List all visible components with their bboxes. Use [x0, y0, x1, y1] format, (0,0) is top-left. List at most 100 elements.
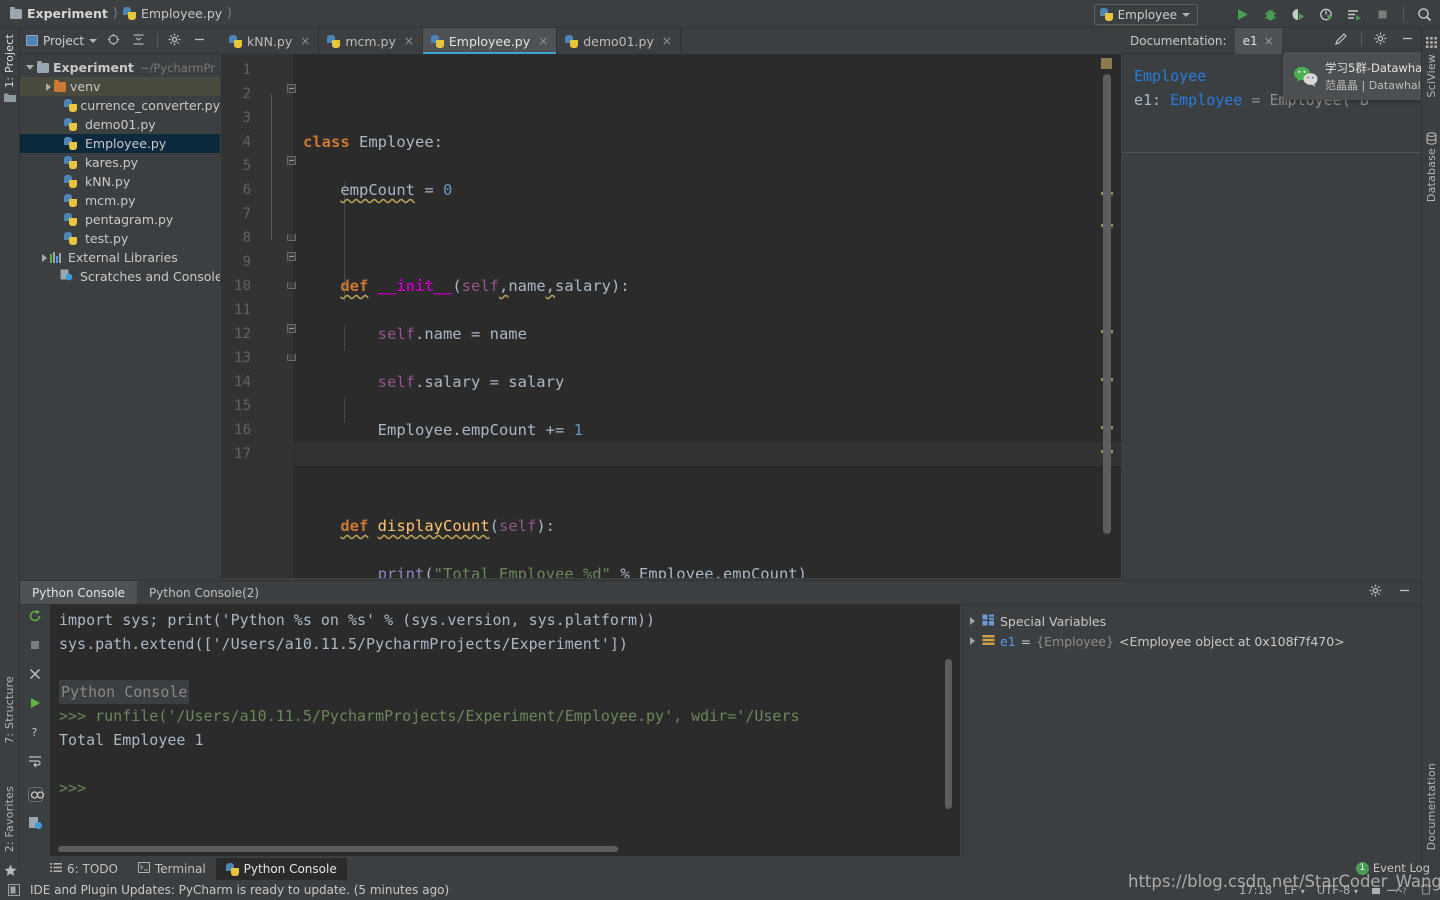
- tab-label: mcm.py: [345, 33, 396, 49]
- variables-row-special[interactable]: Special Variables: [970, 611, 1421, 631]
- special-variables-icon: [982, 614, 995, 629]
- close-icon[interactable]: ×: [404, 34, 414, 48]
- tree-item-demo01[interactable]: demo01.py: [20, 115, 220, 134]
- chevron-right-icon[interactable]: [970, 637, 975, 645]
- line-number-gutter: 1 2 3 4 5 6 7 8 9 10 11 12 13 14 15 16 1…: [221, 54, 296, 578]
- tree-root-experiment[interactable]: Experiment ~/PycharmPr: [20, 58, 220, 77]
- variables-toggle-icon[interactable]: [27, 787, 44, 802]
- tree-item-kares[interactable]: kares.py: [20, 153, 220, 172]
- sidebar-item-project[interactable]: 1: Project: [3, 34, 16, 88]
- stop-icon[interactable]: [28, 638, 43, 653]
- documentation-tab-e1[interactable]: e1 ×: [1234, 27, 1282, 54]
- debug-icon[interactable]: [1263, 7, 1278, 22]
- tree-item-currence-converter[interactable]: currence_converter.py: [20, 96, 220, 115]
- run-configuration-selector[interactable]: Employee: [1093, 4, 1198, 25]
- bottom-tab-todo[interactable]: 6: TODO: [20, 858, 128, 880]
- help-icon[interactable]: ?: [28, 725, 43, 740]
- variables-row-e1[interactable]: e1 = {Employee} <Employee object at 0x10…: [970, 631, 1421, 651]
- close-icon[interactable]: ×: [300, 34, 310, 48]
- project-panel-title[interactable]: Project: [26, 33, 98, 48]
- sidebar-item-documentation[interactable]: Documentation: [1425, 763, 1438, 850]
- tree-item-knn[interactable]: kNN.py: [20, 172, 220, 191]
- settings-gear-icon[interactable]: [1374, 32, 1389, 47]
- line-number: 12: [234, 326, 251, 342]
- database-icon[interactable]: [1425, 132, 1439, 146]
- close-icon[interactable]: ×: [1264, 34, 1274, 48]
- star-icon[interactable]: [4, 864, 18, 878]
- soft-wrap-icon[interactable]: [28, 754, 43, 769]
- tab-knn-py[interactable]: kNN.py ×: [221, 28, 320, 54]
- console-vertical-scrollbar[interactable]: [945, 659, 952, 809]
- sidebar-item-database[interactable]: Database: [1425, 148, 1438, 202]
- special-variables-panel[interactable]: Special Variables e1 = {Employee} <Emplo…: [963, 605, 1421, 856]
- editor-scrollbar[interactable]: [1101, 58, 1113, 574]
- status-trash-icon[interactable]: [1420, 883, 1432, 898]
- status-line-separator[interactable]: LF ▾: [1284, 883, 1305, 897]
- chevron-right-icon[interactable]: [970, 617, 975, 625]
- hide-panel-icon[interactable]: [1398, 584, 1413, 599]
- status-inspection-icon[interactable]: ?: [1394, 883, 1408, 898]
- console-tab-python-console-2[interactable]: Python Console(2): [137, 581, 271, 604]
- tree-item-test[interactable]: test.py: [20, 229, 220, 248]
- code-text[interactable]: class Employee: empCount = 0 def __init_…: [293, 58, 1121, 578]
- status-lock-icon[interactable]: [1370, 883, 1382, 898]
- console-output[interactable]: import sys; print('Python %s on %s' % (s…: [50, 605, 960, 856]
- close-icon[interactable]: [28, 667, 43, 682]
- breadcrumb-project[interactable]: Experiment: [10, 6, 108, 21]
- tree-item-external-libraries[interactable]: External Libraries: [20, 248, 220, 267]
- folder-strip-icon[interactable]: [3, 90, 17, 104]
- tree-item-venv[interactable]: venv: [20, 77, 220, 96]
- tree-item-employee[interactable]: Employee.py: [20, 134, 220, 153]
- run-with-console-icon[interactable]: [1347, 7, 1362, 22]
- execute-icon[interactable]: [28, 696, 43, 711]
- hide-panel-icon[interactable]: [193, 33, 208, 48]
- locate-icon[interactable]: [107, 33, 122, 48]
- bottom-tab-terminal[interactable]: Terminal: [128, 858, 216, 880]
- settings-gear-icon[interactable]: [168, 33, 183, 48]
- event-log-indicator[interactable]: 1 Event Log: [1355, 861, 1430, 875]
- settings-gear-icon[interactable]: [1369, 584, 1384, 599]
- tree-item-pentagram[interactable]: pentagram.py: [20, 210, 220, 229]
- line-number: 5: [242, 158, 251, 174]
- code-line-6: self.name = name: [377, 325, 527, 343]
- code-editor[interactable]: 1 2 3 4 5 6 7 8 9 10 11 12 13 14 15 16 1…: [221, 54, 1121, 578]
- hide-panel-icon[interactable]: [1401, 32, 1416, 47]
- sidebar-item-favorites[interactable]: 2: Favorites: [3, 786, 16, 852]
- edit-source-icon[interactable]: [1334, 32, 1349, 47]
- history-icon[interactable]: [28, 816, 43, 831]
- project-tree[interactable]: Experiment ~/PycharmPr venv currence_con…: [20, 54, 220, 578]
- breadcrumb-file[interactable]: Employee.py: [122, 6, 222, 21]
- search-everywhere-icon[interactable]: [1417, 7, 1432, 22]
- status-encoding[interactable]: UTF-8 ▾: [1317, 883, 1358, 897]
- console-prompt: >>>: [59, 779, 87, 797]
- sidebar-item-structure[interactable]: 7: Structure: [3, 676, 16, 744]
- close-icon[interactable]: ×: [538, 34, 548, 48]
- profile-icon[interactable]: [1319, 7, 1334, 22]
- sciview-grid-icon[interactable]: [1425, 36, 1439, 50]
- stop-icon[interactable]: [1375, 7, 1390, 22]
- collapse-all-icon[interactable]: [132, 33, 147, 48]
- wechat-notification-popup[interactable]: 学习5群-Datawhale 范晶晶 | Datawhale 会: [1283, 52, 1440, 100]
- status-message[interactable]: IDE and Plugin Updates: PyCharm is ready…: [30, 883, 449, 897]
- tab-employee-py[interactable]: Employee.py ×: [422, 28, 558, 54]
- inspection-status-marker[interactable]: [1101, 58, 1112, 69]
- tab-mcm-py[interactable]: mcm.py ×: [319, 28, 423, 54]
- tree-item-mcm[interactable]: mcm.py: [20, 191, 220, 210]
- close-icon[interactable]: ×: [662, 34, 672, 48]
- console-line-5: >>> runfile('/Users/a10.11.5/PycharmProj…: [59, 704, 960, 728]
- scrollbar-thumb[interactable]: [1103, 74, 1111, 534]
- status-toggle-icon[interactable]: [8, 884, 20, 899]
- project-title-label: Project: [43, 33, 85, 48]
- console-horizontal-scrollbar[interactable]: [58, 846, 618, 852]
- run-icon[interactable]: [1235, 7, 1250, 22]
- rerun-icon[interactable]: [28, 609, 43, 624]
- console-line-8: >>>: [59, 776, 960, 800]
- coverage-icon[interactable]: [1291, 7, 1306, 22]
- console-tab-python-console[interactable]: Python Console: [20, 581, 138, 604]
- tree-item-scratches[interactable]: Scratches and Consoles: [20, 267, 220, 286]
- sidebar-item-sciview[interactable]: SciView: [1425, 54, 1438, 98]
- tab-demo01-py[interactable]: demo01.py ×: [557, 28, 681, 54]
- project-panel-header: Project: [20, 28, 220, 54]
- bottom-tab-python-console[interactable]: Python Console: [215, 858, 347, 880]
- panel-divider: [157, 33, 159, 48]
